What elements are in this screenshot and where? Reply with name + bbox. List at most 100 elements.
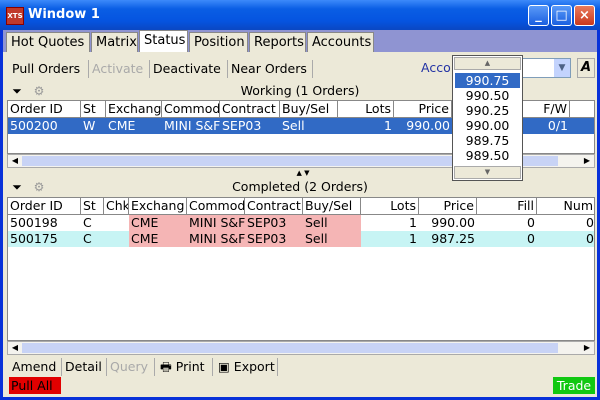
column-header[interactable]: Buy/Sel xyxy=(303,198,361,214)
scroll-up-icon[interactable]: ▲ xyxy=(454,57,521,70)
order-id-cell: 500200 xyxy=(10,118,58,133)
pull-all-button[interactable]: Pull All xyxy=(9,377,61,394)
account-label: Acco xyxy=(421,60,451,75)
column-header[interactable]: Price xyxy=(419,198,477,214)
table-row[interactable]: 500198 C CME MINI S&F SEP03 Sell 1 990.0… xyxy=(8,215,594,231)
column-header[interactable]: Order ID xyxy=(8,198,81,214)
tab-status[interactable]: Status xyxy=(139,30,188,52)
title-bar[interactable]: XTS Window 1 _ □ × xyxy=(0,0,600,30)
completed-table-header: Order ID St Chk Exchang Commod Contract … xyxy=(8,198,594,215)
order-id-cell: 500198 xyxy=(10,215,58,230)
price-option[interactable]: 990.75 xyxy=(455,73,520,88)
price-cell: 990.00 xyxy=(431,215,475,230)
toolbar-divider xyxy=(277,358,278,376)
toolbar-divider xyxy=(154,358,155,376)
bottom-toolbar: Amend Detail Query 🖶 Print ▣ Export xyxy=(3,356,597,376)
column-header[interactable]: Fill xyxy=(477,198,537,214)
scroll-right-icon[interactable]: ▶ xyxy=(580,155,594,167)
fill-cell: 0 xyxy=(527,231,535,246)
maximize-button[interactable]: □ xyxy=(551,5,572,26)
pull-orders-button[interactable]: Pull Orders xyxy=(9,60,84,78)
completed-horizontal-scrollbar[interactable]: ◀ ▶ xyxy=(7,341,595,355)
print-button[interactable]: 🖶 Print xyxy=(157,358,208,376)
num-cell: 0 xyxy=(586,215,594,230)
buysell-cell: Sell xyxy=(282,118,305,133)
deactivate-button[interactable]: Deactivate xyxy=(150,60,224,78)
status-cell: C xyxy=(83,231,92,246)
window-title: Window 1 xyxy=(28,7,100,22)
table-row[interactable]: 500175 C CME MINI S&F SEP03 Sell 1 987.2… xyxy=(8,231,594,247)
check-cell xyxy=(104,215,129,231)
scroll-left-icon[interactable]: ◀ xyxy=(8,155,22,167)
tab-bar: Hot Quotes Matrix Status Position Report… xyxy=(3,30,597,52)
price-option[interactable]: 990.25 xyxy=(455,103,520,118)
column-header[interactable]: Price xyxy=(394,101,452,117)
scroll-down-icon[interactable]: ▼ xyxy=(454,166,521,179)
column-header[interactable]: Contract xyxy=(220,101,280,117)
fill-cell: 0 xyxy=(527,215,535,230)
exchange-cell: CME xyxy=(129,231,187,247)
floppy-disk-icon: ▣ xyxy=(218,359,230,374)
tab-matrix[interactable]: Matrix xyxy=(91,32,138,52)
column-header[interactable]: Lots xyxy=(338,101,394,117)
tab-position[interactable]: Position xyxy=(189,32,248,52)
lots-cell: 1 xyxy=(384,118,392,133)
column-header[interactable]: Chk xyxy=(104,198,129,214)
toolbar-divider xyxy=(312,60,313,78)
tab-reports[interactable]: Reports xyxy=(249,32,306,52)
contract-cell: SEP03 xyxy=(245,215,303,231)
column-header[interactable]: Commod xyxy=(187,198,245,214)
trading-window: XTS Window 1 _ □ × Hot Quotes Matrix Sta… xyxy=(0,0,600,400)
near-orders-button[interactable]: Near Orders xyxy=(228,60,310,78)
column-header[interactable]: Order ID xyxy=(8,101,81,117)
price-dropdown[interactable]: ▲ 990.75 990.50 990.25 990.00 989.75 989… xyxy=(452,55,523,181)
toolbar-divider xyxy=(212,358,213,376)
contract-cell: SEP03 xyxy=(245,231,303,247)
price-option[interactable]: 989.50 xyxy=(455,148,520,163)
price-option[interactable]: 990.50 xyxy=(455,88,520,103)
column-header[interactable]: Num xyxy=(537,198,594,214)
column-header[interactable]: Commod xyxy=(162,101,220,117)
status-cell: W xyxy=(83,118,96,133)
buysell-cell: Sell xyxy=(303,231,361,247)
chevron-down-icon[interactable]: ▼ xyxy=(554,59,570,77)
export-label: Export xyxy=(233,359,275,374)
column-header[interactable]: Exchang xyxy=(106,101,162,117)
column-header[interactable]: Exchang xyxy=(129,198,187,214)
minimize-button[interactable]: _ xyxy=(528,5,549,26)
query-button[interactable]: Query xyxy=(107,358,151,376)
tab-accounts[interactable]: Accounts xyxy=(307,32,374,52)
lots-cell: 1 xyxy=(409,231,417,246)
font-button[interactable]: A xyxy=(577,58,595,78)
scrollbar-thumb[interactable] xyxy=(22,343,558,353)
column-header[interactable]: St xyxy=(81,101,106,117)
column-header[interactable]: St xyxy=(81,198,104,214)
completed-title: Completed (2 Orders) xyxy=(232,179,368,194)
app-icon: XTS xyxy=(6,7,24,25)
price-cell: 987.25 xyxy=(431,231,475,246)
status-cell: C xyxy=(83,215,92,230)
commodity-cell: MINI S&F xyxy=(187,231,245,247)
completed-orders-table: Order ID St Chk Exchang Commod Contract … xyxy=(7,197,595,341)
activate-button[interactable]: Activate xyxy=(89,60,147,78)
contract-cell: SEP03 xyxy=(222,118,262,133)
column-header[interactable]: Buy/Sel xyxy=(280,101,338,117)
splitter-handle[interactable]: ▲ ▼ xyxy=(283,170,323,177)
price-cell[interactable]: 990.00 xyxy=(394,118,452,134)
price-option[interactable]: 990.00 xyxy=(455,118,520,133)
export-button[interactable]: ▣ Export xyxy=(215,358,278,376)
exchange-cell: CME xyxy=(108,118,136,133)
amend-button[interactable]: Amend xyxy=(9,358,60,376)
scroll-right-icon[interactable]: ▶ xyxy=(580,342,594,354)
exchange-cell: CME xyxy=(129,215,187,231)
close-button[interactable]: × xyxy=(574,5,595,26)
lots-cell: 1 xyxy=(409,215,417,230)
price-option[interactable]: 989.75 xyxy=(455,133,520,148)
detail-button[interactable]: Detail xyxy=(62,358,105,376)
scroll-left-icon[interactable]: ◀ xyxy=(8,342,22,354)
printer-icon: 🖶 xyxy=(160,359,172,374)
column-header[interactable]: Lots xyxy=(361,198,419,214)
trade-button[interactable]: Trade xyxy=(553,377,595,394)
column-header[interactable]: Contract xyxy=(245,198,303,214)
tab-hot-quotes[interactable]: Hot Quotes xyxy=(6,32,90,52)
